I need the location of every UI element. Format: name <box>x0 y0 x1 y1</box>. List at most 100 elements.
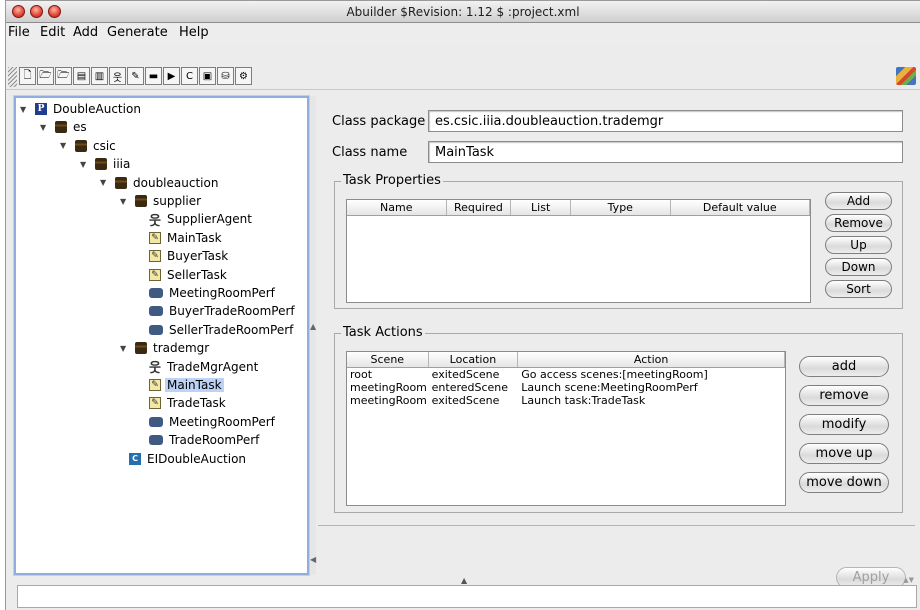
menu-file[interactable]: File <box>8 25 30 40</box>
tree-node-buyertask[interactable]: ✎ BuyerTask <box>140 247 230 265</box>
task-icon: ✎ <box>149 397 161 410</box>
table-cell: root <box>350 368 373 381</box>
disclosure-expanded-icon[interactable]: ▼ <box>60 141 70 150</box>
class-package-field[interactable]: es.csic.iiia.doubleauction.trademgr <box>428 110 903 132</box>
package-button[interactable]: ▣ <box>199 67 216 85</box>
perf-icon <box>149 435 163 446</box>
task-actions-table[interactable]: Scene Location Action root exitedScene Go ac… <box>346 351 786 506</box>
tree-node-buyertraderoomperf[interactable]: BuyerTradeRoomPerf <box>140 302 297 320</box>
console-output-area[interactable] <box>17 585 917 608</box>
task-button[interactable]: ✎ <box>127 67 144 85</box>
table-row[interactable]: meetingRoom enteredScene Launch scene:Meet… <box>347 381 785 394</box>
move-down-action-button[interactable]: move down <box>799 472 889 493</box>
tree-node-supplieragent[interactable]: 웃 SupplierAgent <box>140 210 254 229</box>
package-icon: ▣ <box>202 70 213 82</box>
tree-node-tradetask[interactable]: ✎ TradeTask <box>140 394 228 412</box>
table-cell: meetingRoom <box>350 394 427 407</box>
tree-node-maintask[interactable]: ✎ MainTask <box>140 376 224 394</box>
tree-node-meetingroomperf[interactable]: MeetingRoomPerf <box>140 413 277 431</box>
disclosure-expanded-icon[interactable]: ▼ <box>20 105 30 114</box>
perf-icon <box>149 306 163 317</box>
generate-gear-button[interactable]: ⚙ <box>235 67 252 85</box>
footer-separator <box>318 525 915 526</box>
task-editor-panel: Class package es.csic.iiia.doubleauction… <box>318 89 915 573</box>
scene-button[interactable]: ▶ <box>163 67 180 85</box>
disclosure-expanded-icon[interactable]: ▼ <box>120 344 130 353</box>
table-cell: exitedScene <box>431 368 500 381</box>
disclosure-expanded-icon[interactable]: ▼ <box>40 123 50 132</box>
menu-generate[interactable]: Generate <box>107 25 168 40</box>
tree-node-sellertask[interactable]: ✎ SellerTask <box>140 266 229 284</box>
table-row[interactable]: meetingRoom exitedScene Launch task:TradeT… <box>347 394 785 407</box>
generate-gear-icon: ⚙ <box>239 70 248 82</box>
split-pane-divider[interactable] <box>310 96 316 575</box>
down-property-button[interactable]: Down <box>825 258 892 276</box>
bottom-split-arrow-icon[interactable]: ▲ <box>461 576 467 585</box>
save-as-button[interactable]: ▥ <box>91 67 108 85</box>
tree-node-csic[interactable]: ▼ csic <box>60 137 118 155</box>
table-row[interactable]: root exitedScene Go access scenes:[meeting… <box>347 368 785 381</box>
tree-node-iiia[interactable]: ▼ iiia <box>80 155 132 173</box>
column-header-default-value[interactable]: Default value <box>671 200 810 215</box>
disclosure-expanded-icon[interactable]: ▼ <box>120 197 130 206</box>
tree-node-doubleauction[interactable]: ▼ doubleauction <box>100 174 220 192</box>
tree-node-sellertraderoomperf[interactable]: SellerTradeRoomPerf <box>140 321 295 339</box>
task-icon: ✎ <box>149 379 161 391</box>
class-name-field[interactable]: MainTask <box>428 141 903 163</box>
task-properties-table[interactable]: Name Required List Type Default value <box>346 199 811 303</box>
table-cell: Go access scenes:[meetingRoom] <box>521 368 708 381</box>
split-expand-icon[interactable]: ◀ <box>310 555 316 564</box>
tree-node-label: csic <box>93 138 116 153</box>
tree-node-trademgr[interactable]: ▼ trademgr <box>120 339 211 357</box>
tree-node-doubleauction[interactable]: ▼ P DoubleAuction <box>20 100 143 118</box>
add-property-button[interactable]: Add <box>825 192 892 210</box>
tree-node-label: supplier <box>153 194 202 208</box>
tree-node-label: MeetingRoomPerf <box>169 414 275 429</box>
task-icon: ✎ <box>149 231 161 244</box>
column-header-scene[interactable]: Scene <box>347 352 429 367</box>
tree-node-maintask[interactable]: ✎ MainTask <box>140 229 224 247</box>
column-header-type[interactable]: Type <box>571 200 671 215</box>
remove-action-button[interactable]: remove <box>799 385 889 406</box>
column-header-name[interactable]: Name <box>347 200 447 215</box>
database-button[interactable]: ⛁ <box>217 67 234 85</box>
save-button[interactable]: ▤ <box>73 67 90 85</box>
move-up-action-button[interactable]: move up <box>799 443 889 464</box>
column-header-list[interactable]: List <box>511 200 572 215</box>
tree-node-label: BuyerTradeRoomPerf <box>169 304 295 319</box>
agent-button[interactable]: 웃 <box>109 67 126 85</box>
class-button[interactable]: C <box>181 67 198 85</box>
resize-arrows-icon[interactable]: ▲▼ <box>903 576 914 584</box>
task-properties-title: Task Properties <box>341 173 443 188</box>
project-icon: P <box>35 103 47 115</box>
tree-node-traderoomperf[interactable]: TradeRoomPerf <box>140 431 261 449</box>
menu-add[interactable]: Add <box>73 25 98 40</box>
remove-property-button[interactable]: Remove <box>825 214 892 232</box>
sort-property-button[interactable]: Sort <box>825 280 892 298</box>
tree-node-trademgragent[interactable]: 웃 TradeMgrAgent <box>140 358 260 377</box>
split-collapse-up-icon[interactable]: ▲ <box>310 322 316 331</box>
disclosure-expanded-icon[interactable]: ▼ <box>100 178 110 187</box>
column-header-location[interactable]: Location <box>429 352 519 367</box>
open-project-button[interactable]: 🗁 <box>55 67 72 85</box>
project-tree[interactable]: ▼ P DoubleAuction ▼ es ▼ csic ▼ iiia ▼ doubleaucti… <box>14 96 309 575</box>
open-folder-button[interactable]: 🗁 <box>37 67 54 85</box>
column-header-required[interactable]: Required <box>447 200 512 215</box>
tree-node-label: TradeMgrAgent <box>167 359 259 374</box>
menu-edit[interactable]: Edit <box>40 25 65 40</box>
modify-action-button[interactable]: modify <box>799 414 889 435</box>
menu-help[interactable]: Help <box>179 25 209 40</box>
disclosure-expanded-icon[interactable]: ▼ <box>80 160 90 169</box>
tree-node-es[interactable]: ▼ es <box>40 118 89 136</box>
toolbar-grip-icon[interactable] <box>8 67 17 87</box>
performative-button[interactable]: ▬ <box>145 67 162 85</box>
new-file-button[interactable]: 🗋 <box>19 67 36 85</box>
tree-node-meetingroomperf[interactable]: MeetingRoomPerf <box>140 284 277 302</box>
database-icon: ⛁ <box>221 70 230 82</box>
tree-node-eidoubleauction[interactable]: C EIDoubleAuction <box>120 450 248 468</box>
column-header-action[interactable]: Action <box>518 352 785 367</box>
add-action-button[interactable]: add <box>799 356 889 377</box>
tree-node-supplier[interactable]: ▼ supplier <box>120 192 203 210</box>
tree-node-label: TradeTask <box>167 396 226 411</box>
up-property-button[interactable]: Up <box>825 236 892 254</box>
